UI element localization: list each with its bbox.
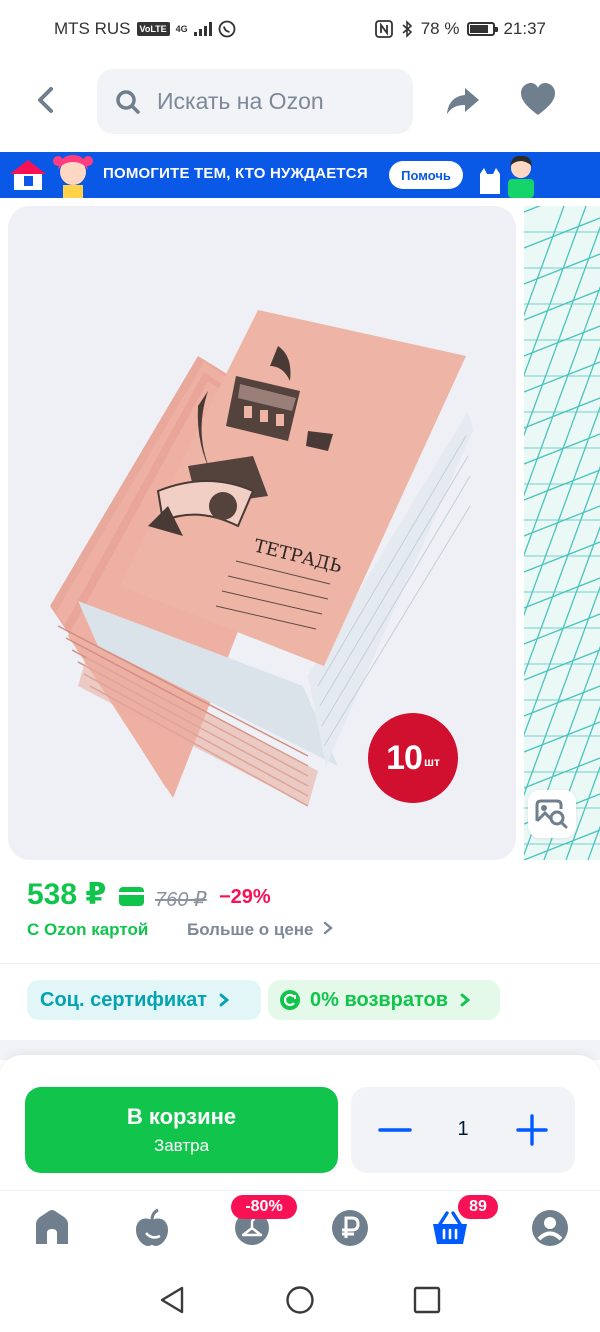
image-search-icon xyxy=(535,799,568,829)
badge-number: 10 xyxy=(386,738,423,777)
promo-badge: -80% xyxy=(231,1195,297,1219)
chevron-right-icon xyxy=(460,993,471,1007)
status-right: 78 % 21:37 xyxy=(374,19,546,39)
return-icon xyxy=(280,990,300,1010)
carrier-name: MTS RUS xyxy=(54,19,131,38)
minus-icon[interactable] xyxy=(368,1107,418,1153)
clock: 21:37 xyxy=(503,19,546,38)
boy-illustration-icon xyxy=(508,155,534,198)
home-icon[interactable] xyxy=(32,1208,72,1248)
whatsapp-icon xyxy=(218,20,236,38)
quantity-badge: 10 шт xyxy=(368,713,458,803)
share-icon[interactable] xyxy=(443,80,483,120)
search-placeholder: Искать на Ozon xyxy=(157,88,324,114)
search-input[interactable]: Искать на Ozon xyxy=(97,69,413,134)
divider xyxy=(0,963,600,964)
tab-bar xyxy=(0,1190,600,1267)
network-type: 4G xyxy=(175,23,188,34)
grid-paper-thumbnail xyxy=(524,206,600,860)
social-certificate-label: Соц. сертификат xyxy=(40,988,208,1011)
in-cart-label: В корзине xyxy=(126,1104,237,1129)
charity-banner[interactable]: ПОМОГИТЕ ТЕМ, КТО НУЖДАЕТСЯ xyxy=(0,152,600,198)
battery-percent: 78 % xyxy=(420,19,460,38)
house-icon xyxy=(10,160,46,190)
system-navigation-bar xyxy=(0,1266,600,1332)
nfc-icon xyxy=(374,20,393,38)
delivery-label: Завтра xyxy=(153,1136,210,1155)
chevron-left-icon xyxy=(38,87,53,113)
more-about-price-label: Больше о цене xyxy=(187,920,314,939)
volte-icon: VoLTE xyxy=(136,22,170,36)
in-cart-button[interactable]: В корзине Завтра xyxy=(25,1087,338,1173)
badge-unit: шт xyxy=(423,755,440,769)
cat-illustration-icon xyxy=(480,168,500,194)
girl-illustration-icon xyxy=(53,155,93,198)
signal-icon xyxy=(193,22,212,36)
more-about-price-link[interactable]: Больше о цене xyxy=(187,920,334,940)
nav-home-icon[interactable] xyxy=(285,1285,315,1315)
quantity-value: 1 xyxy=(457,1118,469,1140)
next-image-thumbnail[interactable] xyxy=(524,206,600,860)
old-price: 760 ₽ xyxy=(155,889,207,911)
social-certificate-chip[interactable]: Соц. сертификат xyxy=(27,980,261,1020)
current-price: 538 ₽ xyxy=(27,878,107,911)
help-button[interactable]: Помочь xyxy=(389,161,463,189)
discount-percent: −29% xyxy=(219,886,271,908)
search-icon xyxy=(116,89,140,114)
nav-back-icon[interactable] xyxy=(158,1285,186,1315)
plus-icon[interactable] xyxy=(506,1107,556,1153)
heart-icon[interactable] xyxy=(518,80,558,120)
image-search-button[interactable] xyxy=(528,790,576,838)
fresh-apple-icon[interactable] xyxy=(132,1208,172,1248)
chevron-right-icon xyxy=(219,993,230,1007)
ozon-card-note: С Ozon картой xyxy=(27,920,149,939)
status-left: MTS RUS VoLTE 4G xyxy=(54,19,236,39)
nav-recents-icon[interactable] xyxy=(413,1286,441,1314)
profile-icon[interactable] xyxy=(530,1208,570,1248)
bluetooth-icon xyxy=(402,20,412,38)
battery-icon xyxy=(467,22,499,36)
banner-text: ПОМОГИТЕ ТЕМ, КТО НУЖДАЕТСЯ xyxy=(103,165,368,182)
back-button[interactable] xyxy=(24,78,68,122)
returns-label: 0% возвратов xyxy=(310,988,449,1011)
status-bar: MTS RUS VoLTE 4G 78 % 21:37 xyxy=(0,0,600,60)
cart-count-badge: 89 xyxy=(458,1195,498,1219)
ruble-icon[interactable] xyxy=(330,1208,370,1248)
ozon-card-icon xyxy=(119,887,144,906)
chevron-right-icon xyxy=(324,921,334,935)
returns-chip[interactable]: 0% возвратов xyxy=(268,980,500,1020)
